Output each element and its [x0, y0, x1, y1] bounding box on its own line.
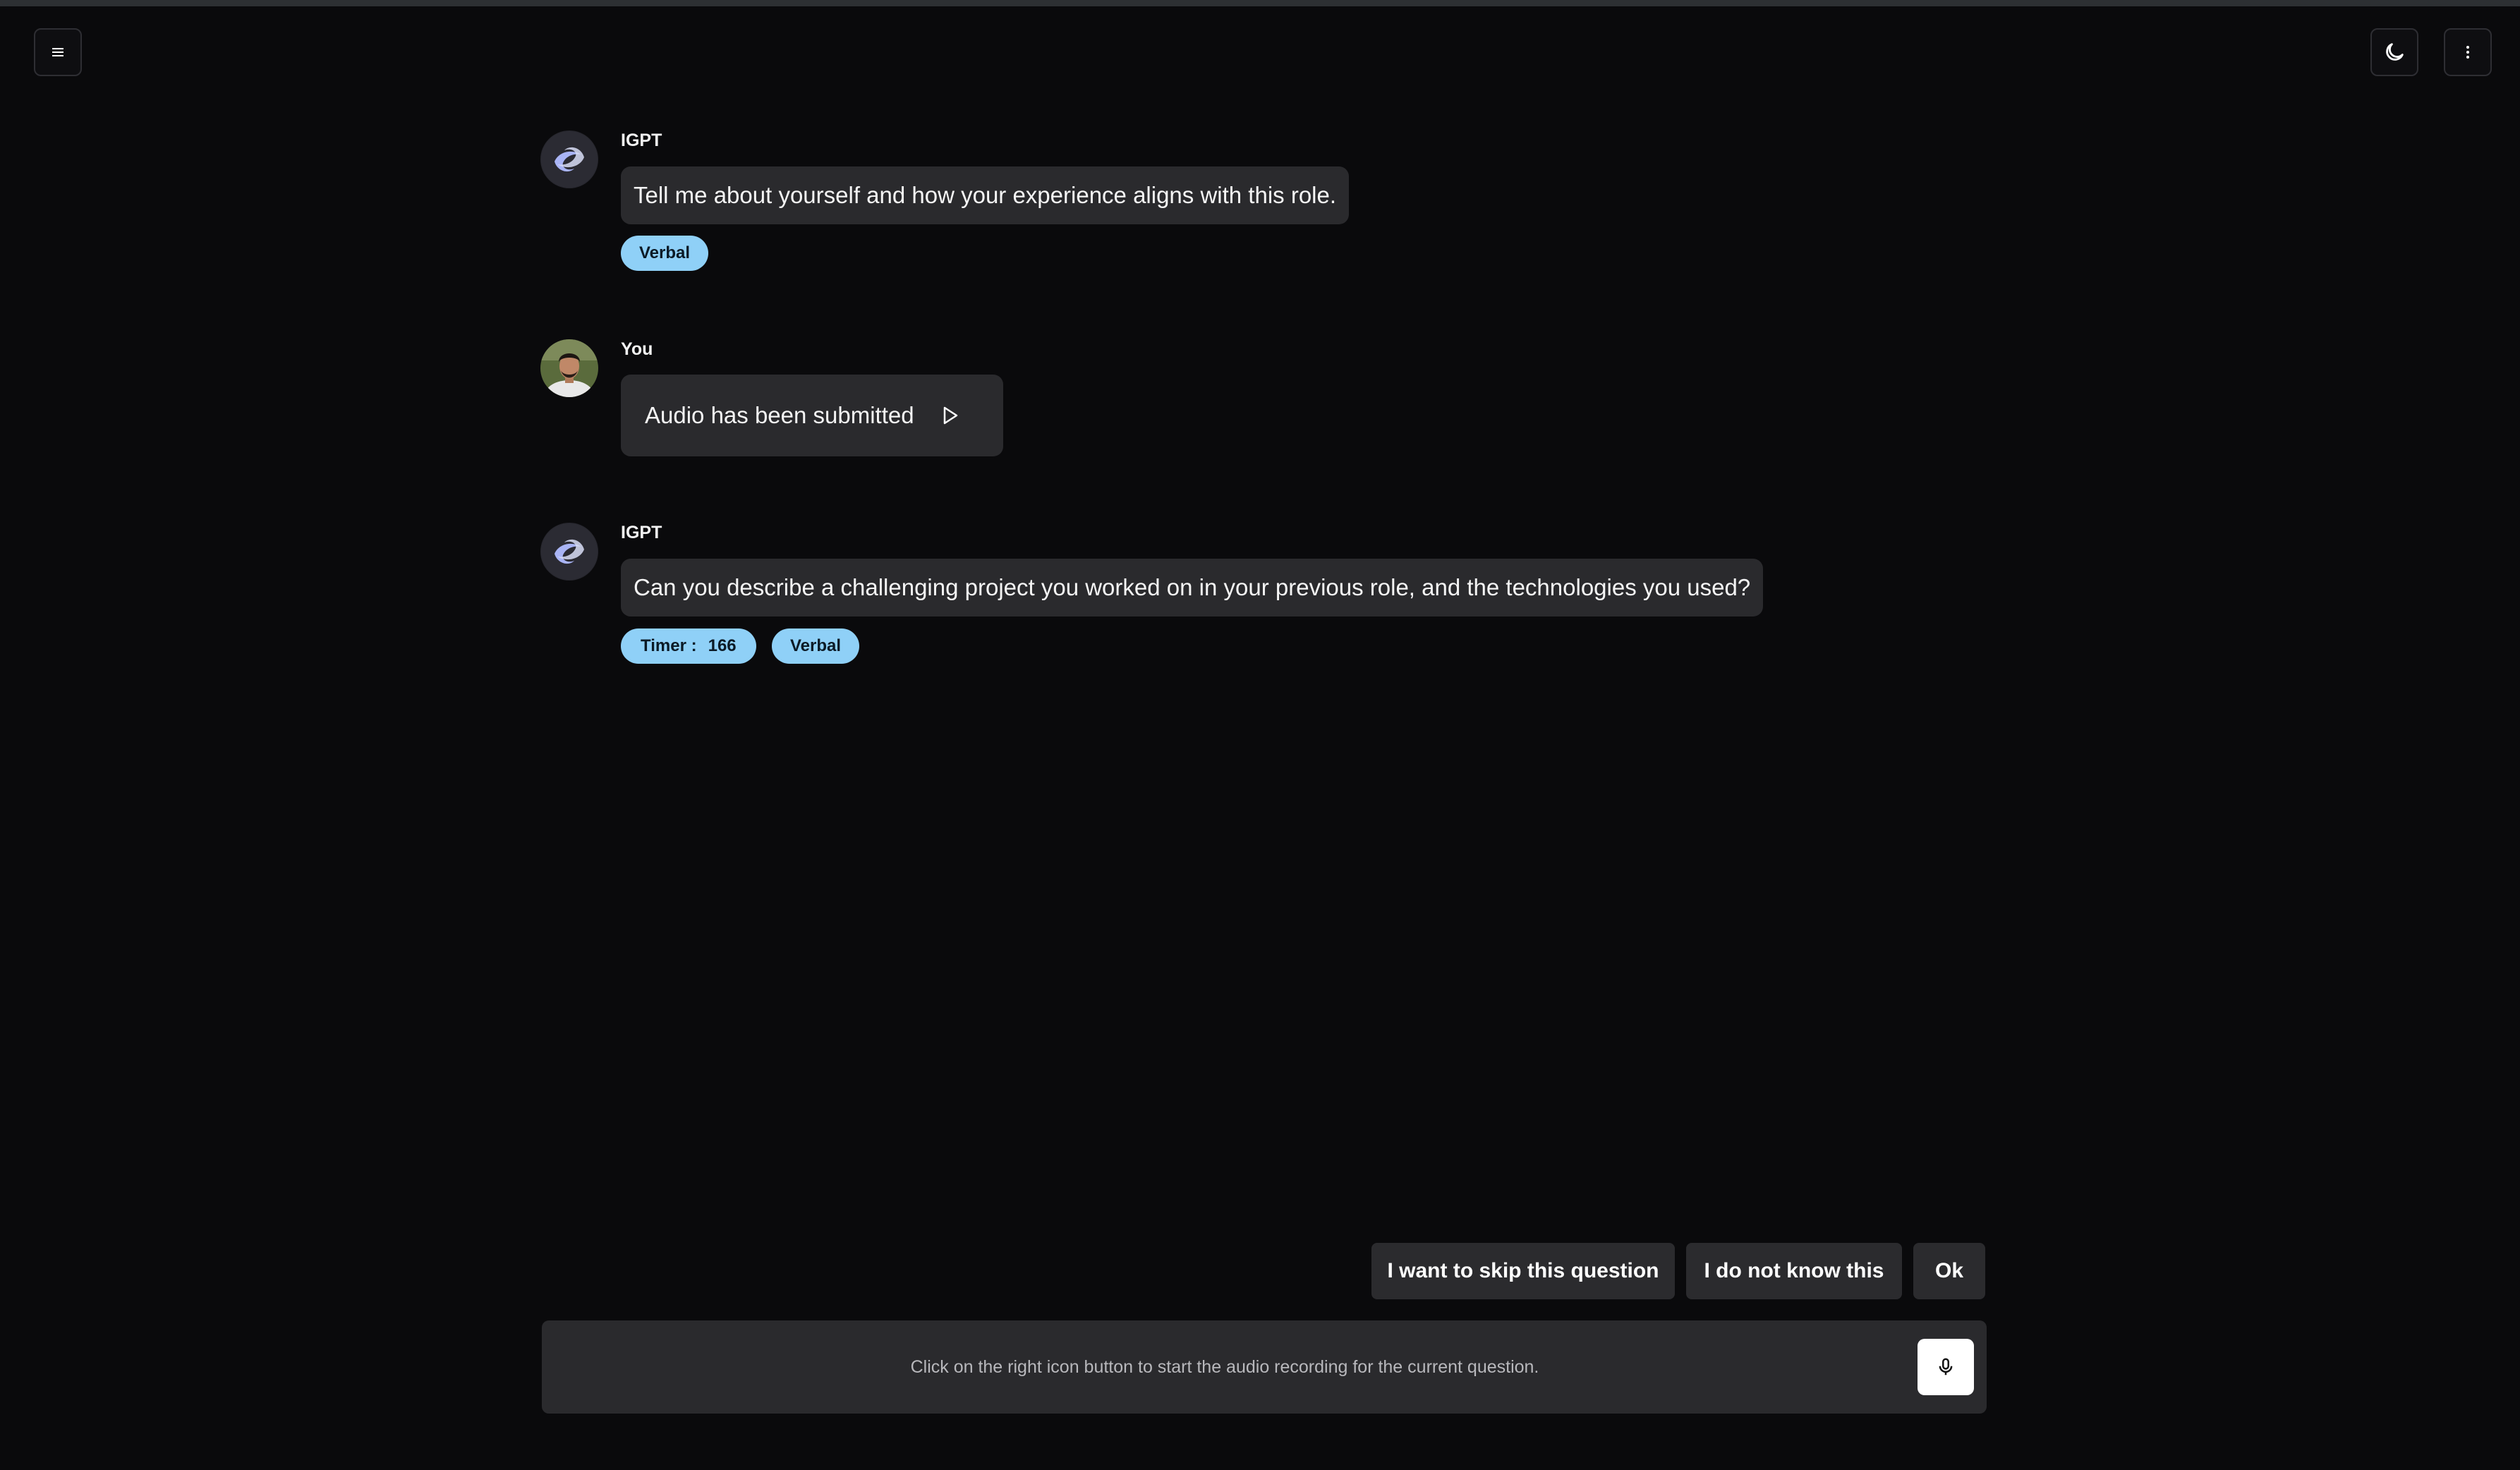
- recording-input-bar: Click on the right icon button to start …: [542, 1320, 1987, 1414]
- ok-button[interactable]: Ok: [1913, 1243, 1985, 1299]
- recording-hint-text: Click on the right icon button to start …: [910, 1356, 1539, 1377]
- play-audio-button[interactable]: [941, 405, 959, 426]
- theme-toggle-button[interactable]: [2370, 28, 2418, 76]
- microphone-icon: [1939, 1358, 1953, 1375]
- record-audio-button[interactable]: [1918, 1339, 1974, 1395]
- skip-question-button[interactable]: I want to skip this question: [1371, 1243, 1675, 1299]
- user-avatar: [540, 339, 598, 397]
- timer-label: Timer :: [641, 636, 697, 655]
- swirl-logo-icon: [541, 523, 598, 580]
- vertical-dots-icon: [2466, 46, 2469, 59]
- timer-value: 166: [708, 636, 737, 655]
- bot-avatar: [540, 130, 598, 188]
- audio-submitted-bubble: Audio has been submitted: [621, 375, 1003, 456]
- user-photo-icon: [540, 339, 598, 397]
- audio-status-text: Audio has been submitted: [645, 402, 914, 428]
- bot-avatar: [540, 523, 598, 581]
- more-options-button[interactable]: [2444, 28, 2492, 76]
- verbal-tag: Verbal: [772, 628, 860, 664]
- play-icon: [943, 406, 957, 425]
- swirl-logo-icon: [541, 131, 598, 188]
- hamburger-menu-icon: [52, 48, 63, 56]
- verbal-tag: Verbal: [621, 236, 709, 271]
- timer-badge: Timer : 166: [621, 628, 756, 664]
- sender-name: IGPT: [621, 523, 662, 542]
- sender-name: You: [621, 339, 653, 359]
- sender-name: IGPT: [621, 130, 662, 150]
- top-progress-line: [0, 0, 2520, 6]
- message-bubble: Tell me about yourself and how your expe…: [621, 166, 1350, 224]
- do-not-know-button[interactable]: I do not know this: [1686, 1243, 1902, 1299]
- menu-button[interactable]: [34, 28, 82, 76]
- message-bubble: Can you describe a challenging project y…: [621, 559, 1764, 616]
- moon-icon: [2386, 43, 2404, 61]
